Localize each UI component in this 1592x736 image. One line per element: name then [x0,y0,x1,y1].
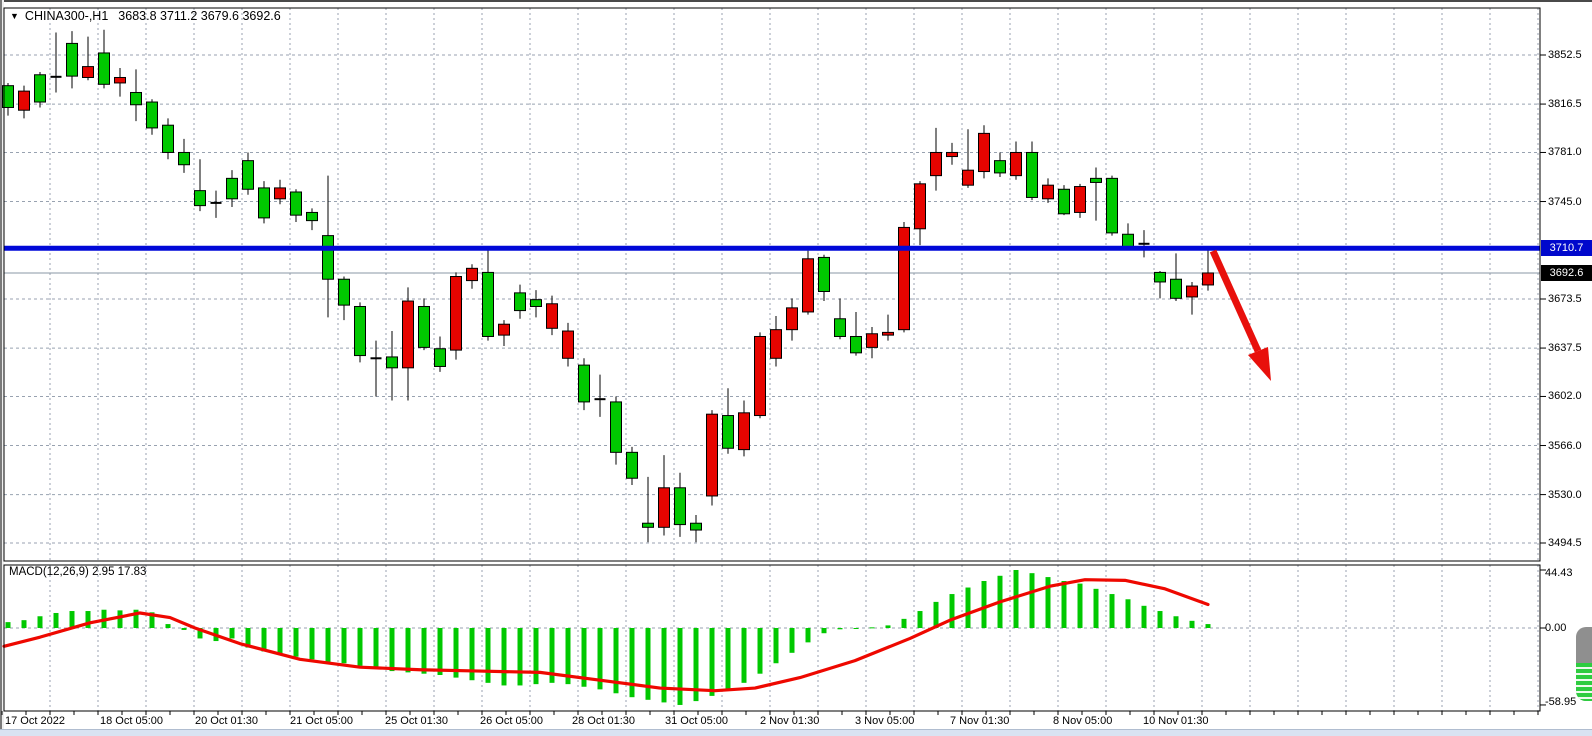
main-panel-border [4,8,1540,561]
trend-down-arrow[interactable] [1213,251,1271,381]
chart-plot-area[interactable] [0,0,1592,735]
scrollbar-thumb-widget[interactable] [1576,627,1592,701]
green-stripes-decoration [1576,663,1592,701]
macd-signal-line [4,580,1208,691]
candles-layer [3,30,1214,543]
axis-ticks [2,55,1546,715]
trading-app-window: { "header": { "dropdown_icon": "▼", "sym… [0,0,1592,735]
macd-histogram [6,570,1211,705]
gridlines [4,8,1540,711]
